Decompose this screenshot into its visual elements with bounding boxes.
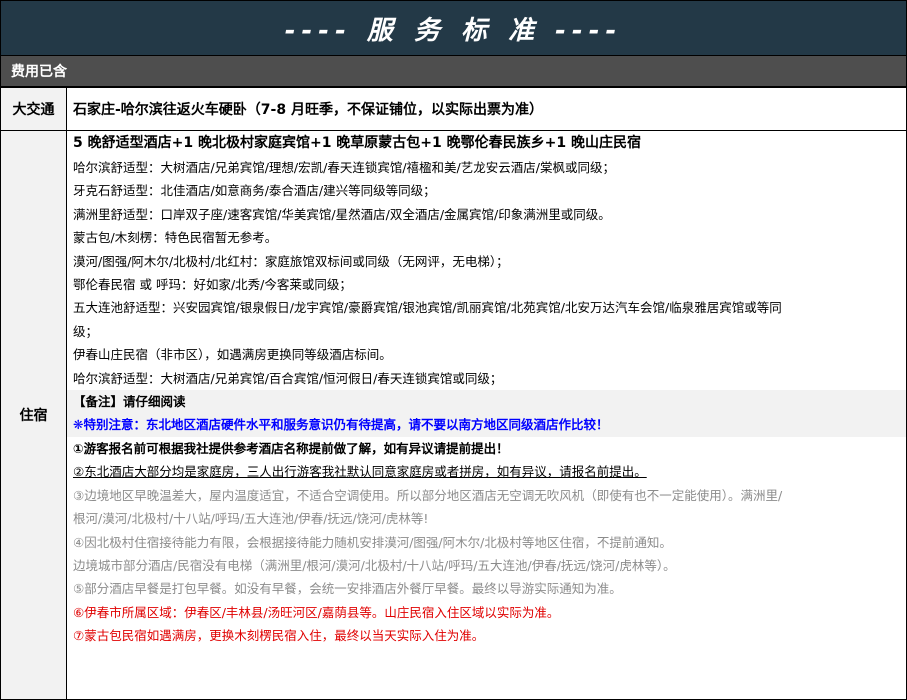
service-standard-page: ---- 服 务 标 准 ---- 费用已含 大交通 石家庄-哈尔滨往返火车硬卧…	[0, 0, 907, 700]
note-2: ②东北酒店大部分均是家庭房，三人出行游客我社默认同意家庭房或者拼房，如有异议，请…	[73, 464, 647, 480]
service-table: 大交通 石家庄-哈尔滨往返火车硬卧（7-8 月旺季，不保证铺位，以实际出票为准）…	[0, 87, 907, 700]
accommodation-headline: 5 晚舒适型酒店+1 晚北极村家庭宾馆+1 晚草原蒙古包+1 晚鄂伦春民族乡+1…	[73, 135, 641, 151]
hotel-line: 哈尔滨舒适型：大树酒店/兄弟宾馆/理想/宏凯/春天连锁宾馆/禧楹和美/艺龙安云酒…	[73, 160, 615, 175]
note-3b: 根河/漠河/北极村/十八站/呼玛/五大连池/伊春/抚远/饶河/虎林等!	[73, 511, 429, 527]
note-4a: ④因北极村住宿接待能力有限，会根据接待能力随机安排漠河/图强/阿木尔/北极村等地…	[73, 534, 672, 550]
hotel-line: 级；	[73, 323, 99, 339]
note-7: ⑦蒙古包民宿如遇满房，更换木刻楞民宿入住，最终以当天实际入住为准。	[73, 628, 485, 644]
note-3a: ③边境地区早晚温差大，屋内温度适宜，不适合空调使用。所以部分地区酒店无空调无吹风…	[73, 487, 783, 503]
hotel-line: 鄂伦春民宿 或 呼玛：好如家/北秀/今客莱或同级；	[73, 277, 352, 293]
section-header-included-fees: 费用已含	[0, 56, 907, 87]
accommodation-label: 住宿	[0, 130, 67, 700]
note-title: 【备注】请仔细阅读	[67, 390, 906, 414]
hotel-line: 漠河/图强/阿木尔/北极村/北红村：家庭旅馆双标间或同级（无网评，无电梯）；	[73, 253, 509, 269]
note-1: ①游客报名前可根据我社提供参考酒店名称提前做了解，如有异议请提前提出！	[73, 440, 509, 456]
note-6: ⑥伊春市所属区域：伊春区/丰林县/汤旺河区/嘉荫县等。山庄民宿入住区域以实际为准…	[73, 604, 560, 620]
traffic-label: 大交通	[0, 87, 67, 131]
traffic-text: 石家庄-哈尔滨往返火车硬卧（7-8 月旺季，不保证铺位，以实际出票为准）	[73, 102, 543, 118]
accommodation-content: 5 晚舒适型酒店+1 晚北极村家庭宾馆+1 晚草原蒙古包+1 晚鄂伦春民族乡+1…	[66, 130, 907, 700]
note-4b: 边境城市部分酒店/民宿没有电梯（满洲里/根河/漠河/北极村/十八站/呼玛/五大连…	[73, 557, 676, 573]
traffic-row: 大交通 石家庄-哈尔滨往返火车硬卧（7-8 月旺季，不保证铺位，以实际出票为准）	[0, 87, 907, 131]
hotel-line: 满洲里舒适型：口岸双子座/速客宾馆/华美宾馆/星然酒店/双全酒店/金属宾馆/印象…	[73, 206, 611, 222]
hotel-line: 牙克石舒适型：北佳酒店/如意商务/泰合酒店/建兴等同级等同级；	[73, 183, 436, 199]
note-5: ⑤部分酒店早餐是打包早餐。如没有早餐，会统一安排酒店外餐厅早餐。最终以导游实际通…	[73, 581, 622, 597]
hotel-line: 蒙古包/木刻楞：特色民宿暂无参考。	[73, 230, 278, 246]
traffic-content: 石家庄-哈尔滨往返火车硬卧（7-8 月旺季，不保证铺位，以实际出票为准）	[66, 87, 907, 131]
hotel-line: 伊春山庄民宿（非市区），如遇满房更换同等级酒店标间。	[73, 347, 392, 363]
hotel-line: 哈尔滨舒适型：大树酒店/兄弟宾馆/百合宾馆/恒河假日/春天连锁宾馆或同级；	[73, 370, 503, 386]
page-title: ---- 服 务 标 准 ----	[0, 0, 907, 56]
special-notice: ❋特别注意：东北地区酒店硬件水平和服务意识仍有待提高，请不要以南方地区同级酒店作…	[67, 413, 906, 437]
accommodation-row: 住宿 5 晚舒适型酒店+1 晚北极村家庭宾馆+1 晚草原蒙古包+1 晚鄂伦春民族…	[0, 130, 907, 700]
hotel-line: 五大连池舒适型：兴安园宾馆/银泉假日/龙宇宾馆/豪爵宾馆/银池宾馆/凯丽宾馆/北…	[73, 300, 782, 316]
